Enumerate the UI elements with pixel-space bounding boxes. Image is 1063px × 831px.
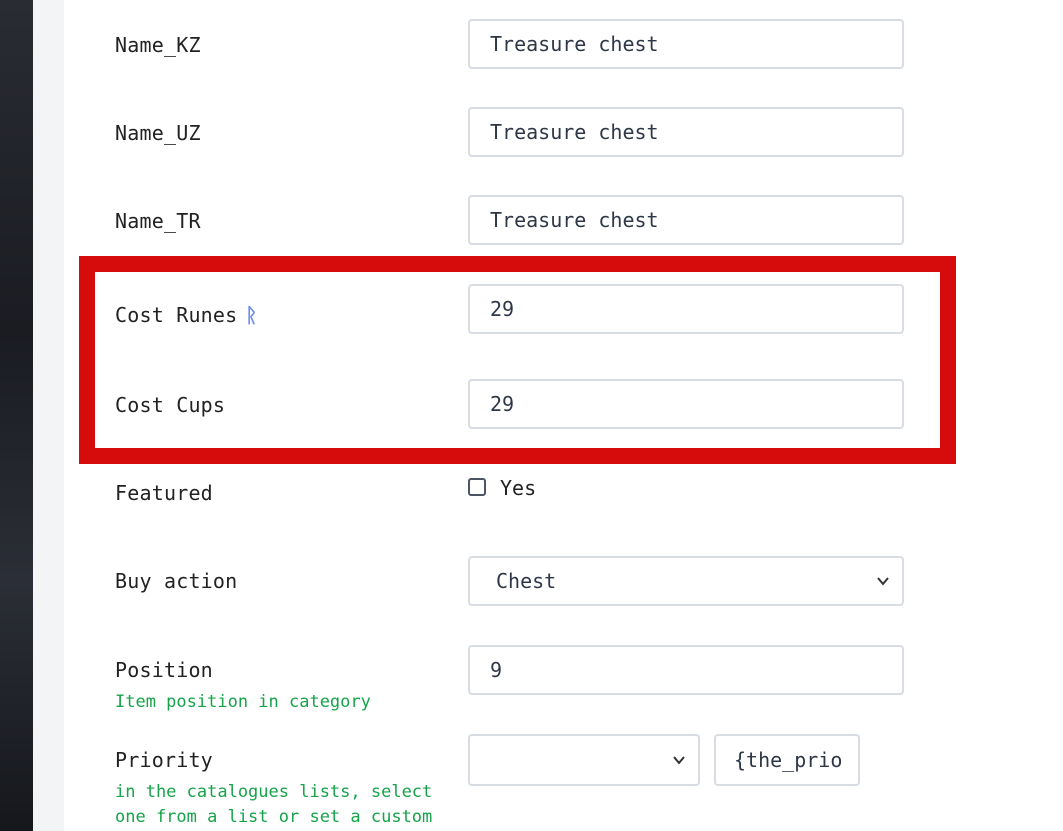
name-uz-input[interactable]: Treasure chest — [468, 107, 904, 157]
buy-action-select[interactable]: Chest — [468, 556, 904, 606]
position-help-text: Item position in category — [115, 692, 371, 712]
cost-runes-input[interactable]: 29 — [468, 284, 904, 334]
name-tr-label: Name_TR — [115, 209, 201, 233]
cost-cups-input[interactable]: 29 — [468, 379, 904, 429]
name-kz-input[interactable]: Treasure chest — [468, 19, 904, 69]
chevron-down-icon — [877, 577, 889, 586]
priority-select[interactable] — [468, 734, 700, 786]
background-image-strip — [0, 0, 33, 831]
name-tr-input[interactable]: Treasure chest — [468, 195, 904, 245]
featured-checkbox-label[interactable]: Yes — [500, 476, 536, 500]
chevron-down-icon — [673, 756, 685, 765]
buy-action-selected: Chest — [496, 569, 557, 593]
buy-action-label: Buy action — [115, 569, 238, 593]
name-kz-label: Name_KZ — [115, 33, 201, 57]
priority-help-line2: one from a list or set a custom — [115, 807, 433, 827]
priority-custom-input[interactable]: {the_prio — [714, 734, 860, 786]
rune-icon: ᚱ — [245, 303, 258, 327]
priority-help-line1: in the catalogues lists, select — [115, 782, 433, 802]
featured-label: Featured — [115, 481, 213, 505]
featured-checkbox[interactable] — [468, 478, 486, 496]
cost-runes-label: Cost Runes ᚱ — [115, 303, 258, 327]
page-gutter — [33, 0, 64, 831]
priority-label: Priority — [115, 748, 213, 772]
cost-runes-label-text: Cost Runes — [115, 303, 238, 327]
position-label: Position — [115, 658, 213, 682]
cost-cups-label: Cost Cups — [115, 393, 226, 417]
position-input[interactable]: 9 — [468, 645, 904, 695]
name-uz-label: Name_UZ — [115, 121, 201, 145]
